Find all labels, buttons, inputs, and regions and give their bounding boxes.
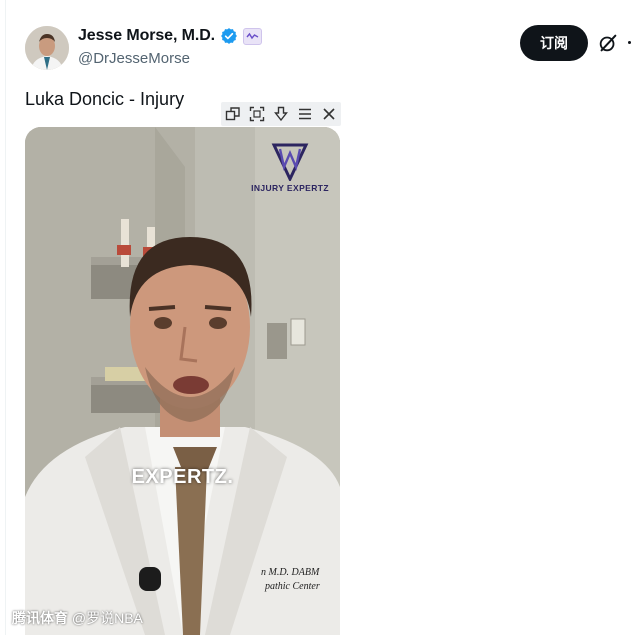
verified-check-icon[interactable] <box>220 27 238 45</box>
popout-icon[interactable] <box>224 105 242 123</box>
subscribe-button[interactable]: 订阅 <box>520 25 588 61</box>
close-icon[interactable] <box>320 105 338 123</box>
download-icon[interactable] <box>272 105 290 123</box>
grok-icon[interactable] <box>597 32 619 54</box>
tweet-text: Luka Doncic - Injury <box>25 89 185 109</box>
injury-expertz-logo: INJURY EXPERTZ <box>250 141 330 197</box>
video-player[interactable]: n M.D. DABM pathic Center INJURY EXPERTZ… <box>25 127 340 635</box>
video-caption: EXPERTZ. <box>131 466 234 488</box>
source-watermark: 腾讯体育 @罗说NBA <box>12 608 143 628</box>
author-name-row: Jesse Morse, M.D. <box>78 27 263 45</box>
menu-icon[interactable] <box>296 105 314 123</box>
logo-text: INJURY EXPERTZ <box>251 183 329 193</box>
video-toolbar <box>221 102 341 126</box>
author-display-name[interactable]: Jesse Morse, M.D. <box>78 27 215 45</box>
watermark-author: @罗说NBA <box>71 610 143 626</box>
injury-expertz-logo-icon <box>271 143 309 181</box>
timeline-divider <box>5 0 6 635</box>
watermark-brand: 腾讯体育 <box>12 610 68 626</box>
avatar-photo-icon <box>25 26 69 70</box>
svg-text:n M.D. DABM: n M.D. DABM <box>261 567 320 578</box>
author-avatar[interactable] <box>25 26 69 70</box>
affiliate-badge-icon[interactable] <box>243 27 263 45</box>
more-icon[interactable] <box>628 41 631 44</box>
svg-text:pathic Center: pathic Center <box>264 581 320 592</box>
video-frame: n M.D. DABM pathic Center <box>25 127 340 635</box>
author-handle[interactable]: @DrJesseMorse <box>78 50 190 67</box>
fullscreen-icon[interactable] <box>248 105 266 123</box>
